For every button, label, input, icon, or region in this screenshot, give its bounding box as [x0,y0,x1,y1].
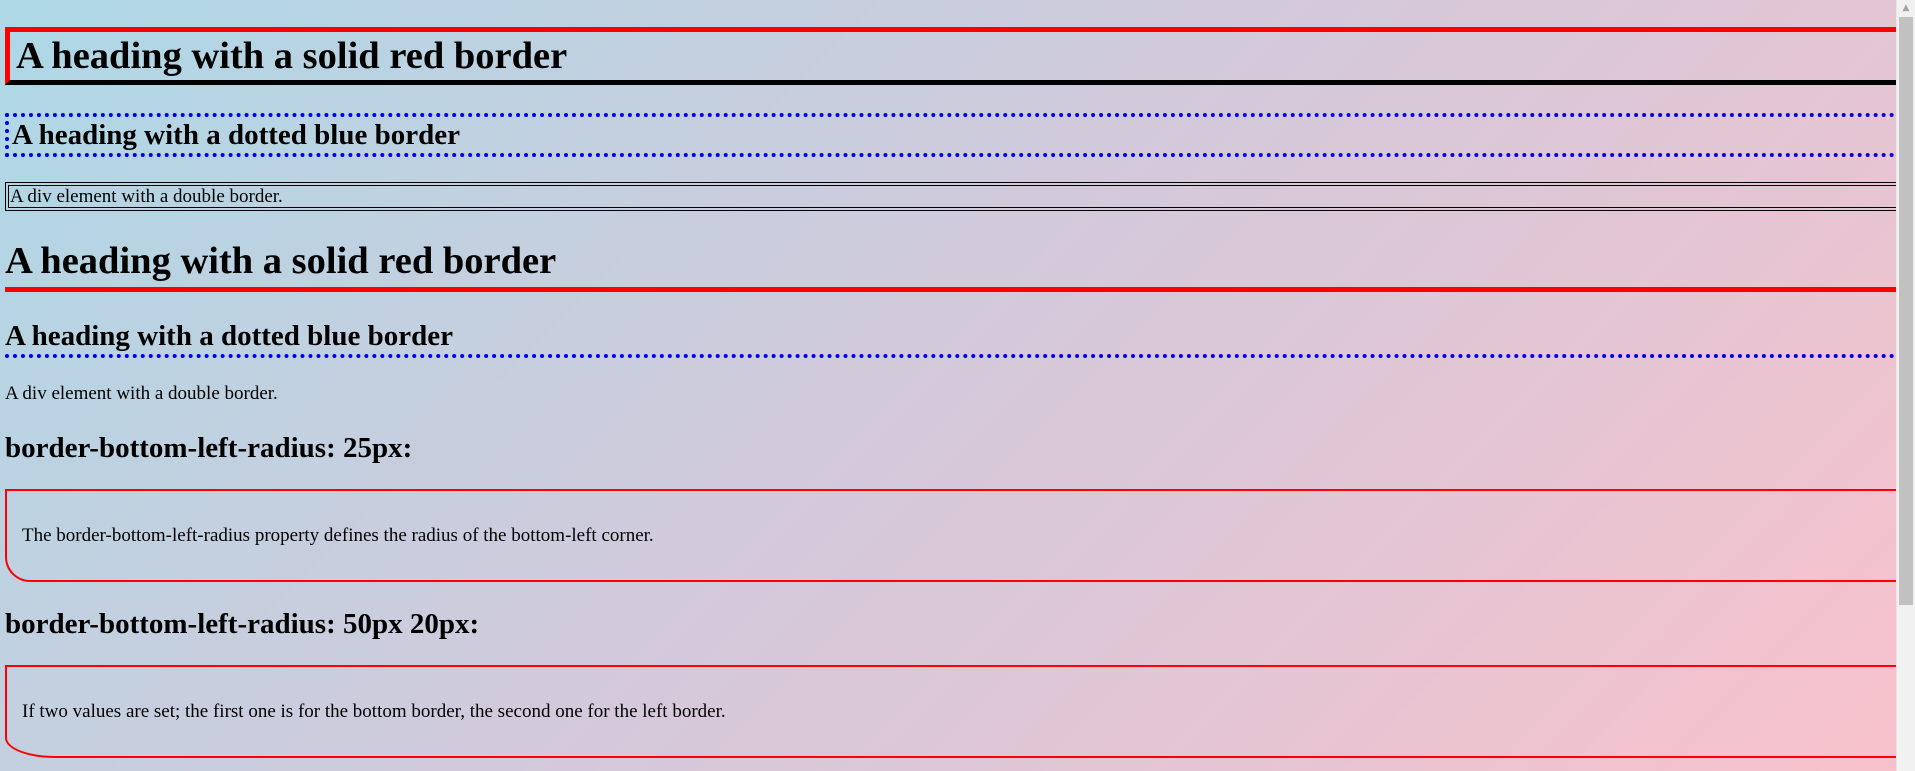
heading-radius-25px: border-bottom-left-radius: 25px: [5,432,413,464]
div-double-border-text: A div element with a double border. [5,383,278,404]
vertical-scrollbar[interactable]: ▲ [1896,0,1915,771]
heading-dotted-blue-border: A heading with a dotted blue border [5,113,1896,157]
heading-radius-50px-20px: border-bottom-left-radius: 50px 20px: [5,608,480,640]
heading-dotted-blue-bottom-border: A heading with a dotted blue border [5,318,1896,358]
scroll-up-arrow-icon[interactable]: ▲ [1897,0,1915,16]
radius-50-20-box-text: If two values are set; the first one is … [22,701,726,722]
scrollbar-thumb[interactable] [1899,17,1913,605]
radius-25-box-text: The border-bottom-left-radius property d… [22,525,654,546]
heading-solid-red-border: A heading with a solid red border [5,27,1896,85]
radius-25-box: The border-bottom-left-radius property d… [5,489,1896,582]
div-double-border: A div element with a double border. [5,182,1896,211]
radius-50-20-box: If two values are set; the first one is … [5,665,1896,758]
page-content: A heading with a solid red border A head… [0,0,1896,771]
heading-solid-red-bottom-border: A heading with a solid red border [5,236,1896,292]
